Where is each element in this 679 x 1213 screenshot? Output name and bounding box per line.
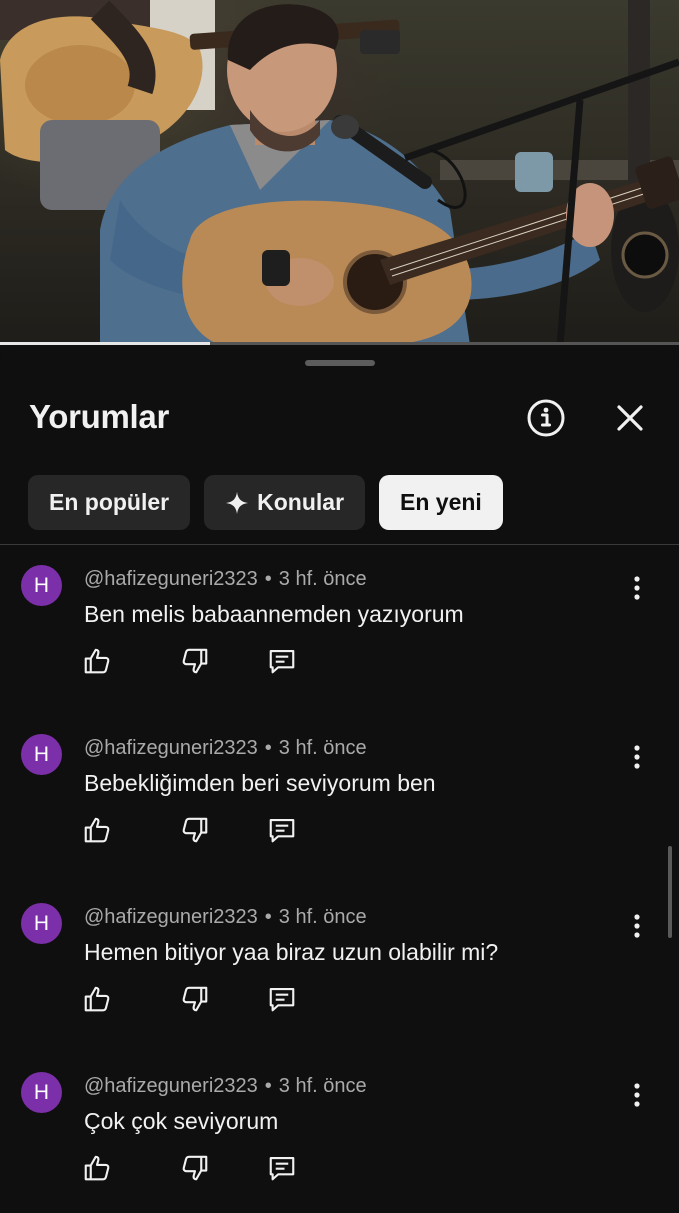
video-progress-fill (0, 342, 211, 345)
comment-author[interactable]: @hafizeguneri2323 (84, 737, 258, 759)
thumbs-up-icon (84, 986, 110, 1012)
comment-item: H @hafizeguneri2323 • 3 hf. önce Bebekliği… (0, 715, 679, 875)
drag-handle[interactable] (305, 360, 375, 366)
reply-comment-icon (269, 818, 295, 843)
close-button[interactable] (610, 398, 650, 438)
thumbs-down-icon (182, 648, 208, 674)
meta-separator: • (264, 1075, 272, 1097)
like-button[interactable] (82, 646, 112, 676)
chip-konular[interactable]: Konular (204, 475, 366, 530)
reply-comment-icon (269, 987, 295, 1012)
video-player[interactable] (0, 0, 679, 345)
comment-author[interactable]: @hafizeguneri2323 (84, 568, 258, 590)
comment-author[interactable]: @hafizeguneri2323 (84, 1075, 258, 1097)
comments-panel: Yorumlar En popüler Konular En yeni H @h… (0, 346, 679, 1200)
avatar[interactable]: H (21, 1072, 62, 1113)
chip-en-yeni[interactable]: En yeni (379, 475, 503, 530)
thumbs-up-icon (84, 817, 110, 843)
comment-item: H @hafizeguneri2323 • 3 hf. önce Ben melis… (0, 546, 679, 706)
panel-title: Yorumlar (29, 398, 170, 435)
comment-text: Çok çok seviyorum (84, 1108, 279, 1134)
more-vert-icon (634, 914, 640, 938)
thumbs-down-icon (182, 986, 208, 1012)
reply-comment-icon (269, 1156, 295, 1181)
video-frame-image (0, 0, 679, 345)
reply-button[interactable] (267, 646, 297, 676)
reply-button[interactable] (267, 984, 297, 1014)
meta-separator: • (264, 568, 272, 590)
comment-meta: @hafizeguneri2323 • 3 hf. önce (84, 906, 367, 929)
comment-item: H @hafizeguneri2323 • 3 hf. önce Çok çok s… (0, 1053, 679, 1213)
more-vert-icon (634, 576, 640, 600)
comment-time: 3 hf. önce (278, 568, 367, 590)
meta-separator: • (264, 737, 272, 759)
dislike-button[interactable] (180, 984, 210, 1014)
thumbs-up-icon (84, 1155, 110, 1181)
chip-label: En popüler (49, 489, 170, 515)
thumbs-down-icon (182, 817, 208, 843)
more-vert-icon (634, 1083, 640, 1107)
more-options-button[interactable] (623, 743, 651, 771)
reply-button[interactable] (267, 815, 297, 845)
chip-label: Konular (257, 489, 345, 515)
comment-time: 3 hf. önce (278, 1075, 367, 1097)
more-options-button[interactable] (623, 1081, 651, 1109)
comment-meta: @hafizeguneri2323 • 3 hf. önce (84, 1075, 367, 1098)
avatar[interactable]: H (21, 734, 62, 775)
chip-en-populer[interactable]: En popüler (28, 475, 191, 530)
dislike-button[interactable] (180, 646, 210, 676)
chip-label: En yeni (400, 489, 482, 515)
header-divider (0, 544, 679, 545)
video-progress-bar[interactable] (0, 342, 679, 345)
sort-chips: En popüler Konular En yeni (28, 475, 503, 530)
like-button[interactable] (82, 1153, 112, 1183)
comment-text: Ben melis babaannemden yazıyorum (84, 601, 464, 627)
reply-button[interactable] (267, 1153, 297, 1183)
comment-item: H @hafizeguneri2323 • 3 hf. önce Hemen bit… (0, 884, 679, 1044)
avatar[interactable]: H (21, 903, 62, 944)
like-button[interactable] (82, 815, 112, 845)
close-icon (617, 405, 643, 431)
comment-text: Bebekliğimden beri seviyorum ben (84, 770, 436, 796)
comment-text: Hemen bitiyor yaa biraz uzun olabilir mi… (84, 939, 499, 965)
like-button[interactable] (82, 984, 112, 1014)
more-options-button[interactable] (623, 574, 651, 602)
comment-meta: @hafizeguneri2323 • 3 hf. önce (84, 737, 367, 760)
info-button[interactable] (526, 398, 566, 438)
info-circle-icon (527, 399, 565, 437)
comment-time: 3 hf. önce (278, 737, 367, 759)
sparkle-icon (226, 491, 249, 514)
meta-separator: • (264, 906, 272, 928)
thumbs-down-icon (182, 1155, 208, 1181)
thumbs-up-icon (84, 648, 110, 674)
dislike-button[interactable] (180, 1153, 210, 1183)
comment-time: 3 hf. önce (278, 906, 367, 928)
more-vert-icon (634, 745, 640, 769)
avatar[interactable]: H (21, 565, 62, 606)
dislike-button[interactable] (180, 815, 210, 845)
comment-meta: @hafizeguneri2323 • 3 hf. önce (84, 568, 367, 591)
comment-author[interactable]: @hafizeguneri2323 (84, 906, 258, 928)
reply-comment-icon (269, 649, 295, 674)
more-options-button[interactable] (623, 912, 651, 940)
